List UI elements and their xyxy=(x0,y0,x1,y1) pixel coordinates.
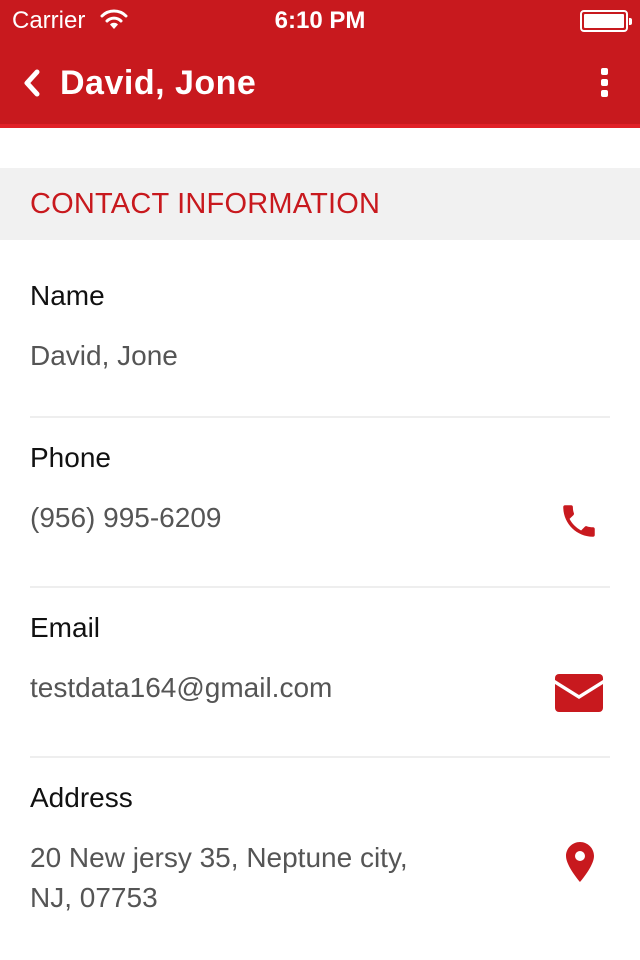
name-label: Name xyxy=(30,280,105,311)
battery-icon xyxy=(580,10,632,32)
menu-dot xyxy=(600,68,608,75)
phone-value[interactable]: (956) 995-6209 xyxy=(30,498,221,538)
email-field: Email testdata164@gmail.com xyxy=(0,588,640,758)
name-field: Name David, Jone xyxy=(0,240,640,418)
more-vertical-icon[interactable] xyxy=(590,68,618,98)
section-header: CONTACT INFORMATION xyxy=(0,168,640,240)
battery-level xyxy=(584,14,624,28)
app-header: Carrier 6:10 PM David, Jone xyxy=(0,0,640,128)
phone-label: Phone xyxy=(30,442,111,473)
name-value: David, Jone xyxy=(30,340,178,371)
map-pin-icon[interactable] xyxy=(566,842,594,882)
status-bar: Carrier 6:10 PM xyxy=(0,0,640,40)
section-title: CONTACT INFORMATION xyxy=(30,188,381,220)
mail-icon[interactable] xyxy=(555,674,603,712)
email-value[interactable]: testdata164@gmail.com xyxy=(30,668,332,708)
nav-bar: David, Jone xyxy=(0,40,640,124)
status-time: 6:10 PM xyxy=(274,7,366,34)
address-label: Address xyxy=(30,782,133,813)
menu-dot xyxy=(600,90,608,97)
address-field: Address 20 New jersy 35, Neptune city, N… xyxy=(0,758,640,960)
menu-dot xyxy=(600,79,608,86)
address-line1[interactable]: 20 New jersy 35, Neptune city, xyxy=(30,838,408,878)
battery-tip xyxy=(629,18,632,25)
email-label: Email xyxy=(30,612,101,643)
address-line2[interactable]: NJ, 07753 xyxy=(30,878,158,918)
page-title: David, Jone xyxy=(60,64,257,102)
phone-icon[interactable] xyxy=(558,500,600,542)
chevron-left-icon[interactable] xyxy=(22,69,42,97)
phone-field: Phone (956) 995-6209 xyxy=(0,418,640,588)
